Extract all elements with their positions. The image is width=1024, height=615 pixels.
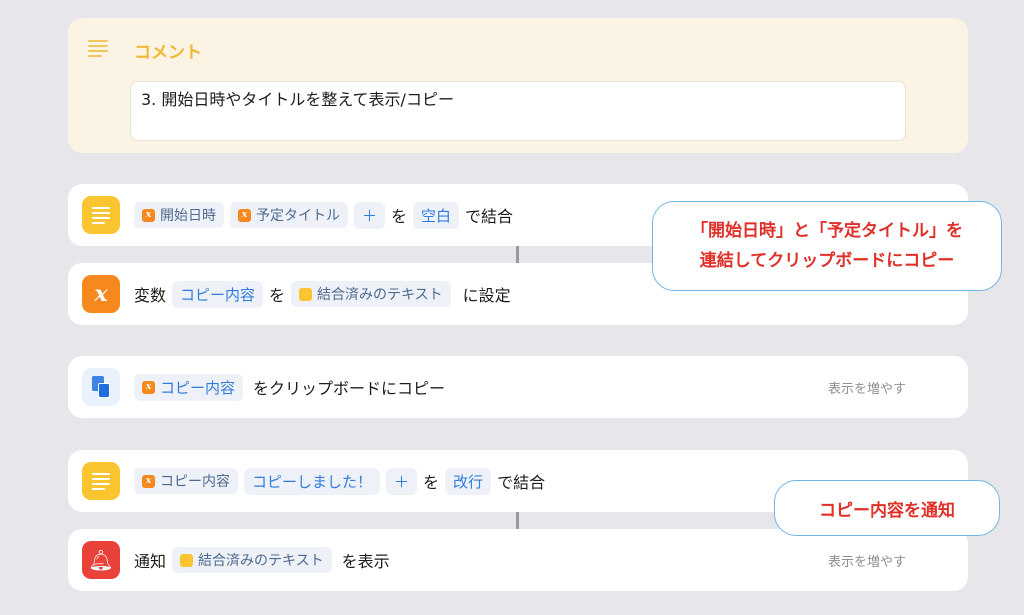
show-more-link[interactable]: 表示を増やす — [828, 551, 906, 570]
action-connector — [516, 246, 519, 263]
show-more-link[interactable]: 表示を増やす — [828, 378, 906, 397]
label-wo: を — [269, 286, 286, 305]
copy-to-clipboard-action[interactable]: x コピー内容 をクリップボードにコピー 表示を増やす — [68, 356, 968, 418]
variable-icon: x — [142, 380, 155, 394]
label-variable: 変数 — [134, 286, 167, 305]
variable-token-copy-content[interactable]: x コピー内容 — [134, 468, 238, 494]
magic-variable-token-combined-text[interactable]: 結合済みのテキスト — [172, 547, 332, 573]
clipboard-copy-icon — [82, 368, 120, 406]
action-row: x コピー内容 をクリップボードにコピー — [134, 373, 446, 401]
variable-token-start-date[interactable]: x 開始日時 — [134, 202, 224, 228]
variable-token-event-title[interactable]: x 予定タイトル — [230, 202, 348, 228]
annotation-callout-notify: コピー内容を通知 — [774, 480, 1000, 536]
notification-bell-icon: 🔔︎ — [82, 541, 120, 579]
label-notification: 通知 — [134, 552, 167, 571]
combined-text-icon — [299, 287, 313, 301]
variable-token-copy-content[interactable]: x コピー内容 — [134, 373, 244, 401]
text-item-copied[interactable]: コピーしました！ — [244, 467, 381, 495]
variable-name-field[interactable]: コピー内容 — [172, 280, 264, 308]
label-wo: を — [391, 207, 408, 226]
label-wo: を — [423, 473, 440, 492]
action-row: 変数 コピー内容 を 結合済みのテキスト に設定 — [134, 280, 511, 308]
separator-option[interactable]: 改行 — [445, 467, 492, 495]
add-item-button[interactable]: ＋ — [386, 467, 418, 495]
text-lines-icon — [82, 462, 120, 500]
label-copy-clipboard: をクリップボードにコピー — [253, 379, 446, 398]
show-notification-action[interactable]: 🔔︎ 通知 結合済みのテキスト を表示 表示を増やす — [68, 529, 968, 591]
combined-text-icon — [180, 553, 194, 567]
callout-line-2: 連結してクリップボードにコピー — [699, 251, 955, 271]
variable-icon: x — [238, 208, 251, 222]
variable-icon: x — [142, 208, 155, 222]
callout-line-1: 「開始日時」と「予定タイトル」を — [691, 221, 963, 241]
variable-x-icon: x — [82, 275, 120, 313]
label-combine: で結合 — [465, 207, 514, 226]
action-connector — [516, 512, 519, 529]
text-lines-icon — [82, 196, 120, 234]
label-show: を表示 — [341, 552, 390, 571]
text-lines-icon — [88, 40, 108, 58]
add-item-button[interactable]: ＋ — [354, 201, 386, 229]
action-row: x コピー内容 コピーしました！ ＋ を 改行 で結合 — [134, 467, 546, 495]
separator-option[interactable]: 空白 — [413, 201, 460, 229]
comment-action-card[interactable]: コメント 3. 開始日時やタイトルを整えて表示/コピー — [68, 18, 968, 153]
label-combine: で結合 — [497, 473, 546, 492]
comment-title: コメント — [134, 43, 202, 63]
action-row: x 開始日時 x 予定タイトル ＋ を 空白 で結合 — [134, 201, 514, 229]
variable-icon: x — [142, 474, 155, 488]
label-set: に設定 — [462, 286, 511, 305]
comment-text-field[interactable]: 3. 開始日時やタイトルを整えて表示/コピー — [130, 81, 906, 141]
callout-text: コピー内容を通知 — [819, 500, 955, 521]
annotation-callout-combine: 「開始日時」と「予定タイトル」を 連結してクリップボードにコピー — [652, 201, 1002, 291]
action-row: 通知 結合済みのテキスト を表示 — [134, 547, 390, 573]
magic-variable-token-combined-text[interactable]: 結合済みのテキスト — [291, 281, 451, 307]
